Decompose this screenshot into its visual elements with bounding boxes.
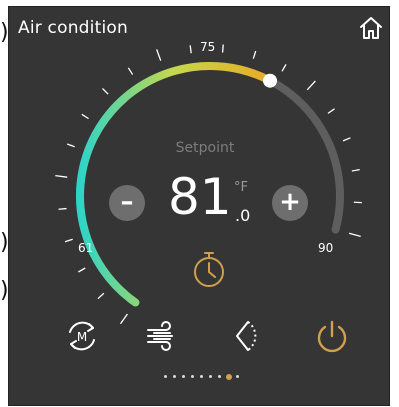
scale-min-label: 61 [78, 241, 94, 255]
page-dot[interactable] [236, 375, 239, 378]
mode-cycle-icon: M [69, 321, 95, 351]
temperature-decimal: .0 [235, 206, 251, 225]
page-dot[interactable] [191, 375, 194, 378]
page-dot[interactable] [209, 375, 212, 378]
mode-letter: M [77, 330, 87, 344]
page-dot[interactable] [218, 375, 221, 378]
gauge-tick [64, 238, 73, 243]
page-dot[interactable] [200, 375, 203, 378]
swing-icon [236, 321, 257, 351]
gauge-tick [252, 50, 257, 59]
gauge-tick [342, 137, 351, 142]
gauge-tick [78, 267, 86, 273]
page-dot[interactable] [182, 375, 185, 378]
temperature-value: 81 [168, 168, 232, 226]
fan-button[interactable] [140, 316, 180, 356]
setpoint-label: Setpoint [175, 140, 235, 156]
gauge-tick [327, 108, 335, 114]
mode-button[interactable]: M [62, 316, 102, 356]
gauge-tick [127, 67, 134, 75]
timer-button[interactable] [190, 250, 228, 290]
gauge-tick [97, 292, 105, 300]
gauge-tick [58, 207, 67, 210]
page-dot[interactable] [164, 375, 167, 378]
gauge-tick [281, 64, 287, 72]
swing-button[interactable] [229, 316, 269, 356]
increase-button[interactable]: + [272, 185, 308, 221]
gauge-tick [156, 49, 162, 61]
gauge-tick [348, 232, 361, 238]
page-dot[interactable] [173, 375, 176, 378]
gauge-tick [221, 44, 224, 53]
decrease-button[interactable]: – [109, 185, 145, 221]
gauge-tick [66, 143, 75, 148]
gauge-tick [81, 113, 89, 120]
power-icon [317, 320, 347, 353]
temperature-unit: °F [234, 180, 248, 195]
gauge-tick [55, 174, 68, 178]
gauge-tick [102, 88, 109, 95]
power-button[interactable] [312, 316, 352, 356]
fan-wind-icon [147, 321, 173, 351]
page-dot-active[interactable] [226, 373, 232, 380]
gauge-tick [351, 168, 360, 172]
gauge-tick [189, 45, 192, 54]
scale-max-label: 90 [318, 241, 334, 255]
gauge-tick [119, 313, 128, 325]
gauge-knob[interactable] [263, 73, 278, 88]
scale-mid-label: 75 [200, 40, 216, 54]
timer-icon [194, 252, 224, 287]
gauge-tick [306, 80, 316, 91]
